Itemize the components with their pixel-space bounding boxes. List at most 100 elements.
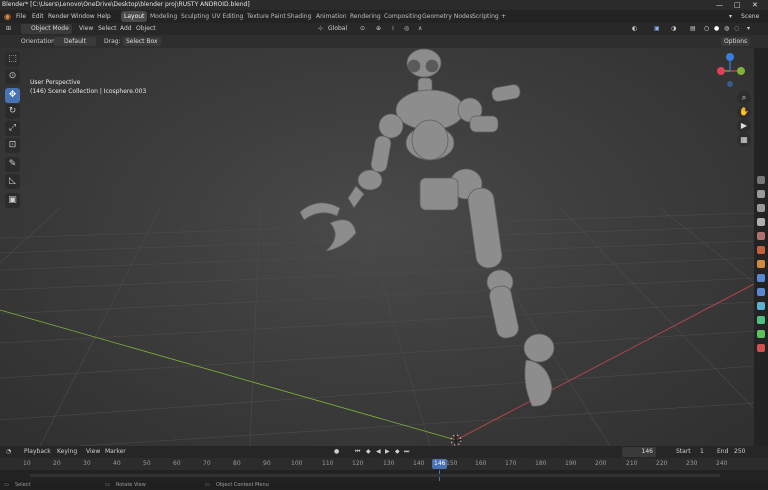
tab-layout[interactable]: Layout <box>121 11 148 22</box>
record-icon[interactable]: ● <box>334 446 339 458</box>
3d-viewport[interactable] <box>0 48 754 446</box>
menu-help[interactable]: Help <box>97 10 111 23</box>
select-tool-icon[interactable]: ⬚ <box>5 52 20 67</box>
overlay-icon[interactable]: ◑ <box>671 23 676 35</box>
tab-uv-editing[interactable]: UV Editing <box>209 11 246 22</box>
snap-target-icon[interactable]: ⁞ <box>392 23 394 35</box>
proportional-editing-icon[interactable]: ◎ <box>404 23 409 35</box>
add-workspace-button[interactable]: + <box>498 11 509 22</box>
editor-type-icon[interactable]: ⊞ <box>6 23 11 35</box>
wireframe-shading-icon[interactable]: ○ <box>704 23 709 35</box>
menu-keying[interactable]: Keying <box>57 446 77 458</box>
jump-start-icon[interactable]: ⏮ <box>355 446 360 458</box>
next-keyframe-icon[interactable]: ◆ <box>395 446 400 458</box>
menu-file[interactable]: File <box>16 10 26 23</box>
tab-modeling[interactable]: Modeling <box>147 11 180 22</box>
tab-rendering[interactable]: Rendering <box>347 11 384 22</box>
material-shading-icon[interactable]: ◍ <box>724 23 729 35</box>
solid-shading-icon[interactable]: ● <box>714 23 719 35</box>
shading-options-icon[interactable]: ▾ <box>747 23 750 35</box>
timeline-scrollbar[interactable] <box>30 474 720 477</box>
snap-icon[interactable]: ⊕ <box>376 23 381 35</box>
prev-keyframe-icon[interactable]: ◆ <box>366 446 371 458</box>
data-properties-icon[interactable] <box>757 330 765 338</box>
jump-end-icon[interactable]: ⏭ <box>404 446 409 458</box>
tab-scripting[interactable]: Scripting <box>469 11 502 22</box>
end-frame-field[interactable]: 250 <box>734 446 745 458</box>
pivot-icon[interactable]: ⊙ <box>360 23 365 35</box>
scene-name[interactable]: Scene <box>741 10 759 23</box>
zoom-icon[interactable]: ⌕ <box>737 91 751 105</box>
timeline-ruler[interactable]: 10 20 30 40 50 60 70 80 90 100 110 120 1… <box>0 458 768 470</box>
tab-sculpting[interactable]: Sculpting <box>178 11 212 22</box>
mode-dropdown[interactable]: Object Mode <box>21 24 72 34</box>
scene-icon[interactable]: ▾ <box>729 10 732 23</box>
xray-icon[interactable]: ▤ <box>690 23 696 35</box>
menu-window[interactable]: Window <box>71 10 95 23</box>
rendered-shading-icon[interactable]: ◌ <box>734 23 739 35</box>
menu-marker[interactable]: Marker <box>105 446 126 458</box>
rotate-tool-icon[interactable]: ↻ <box>5 104 20 119</box>
physics-properties-icon[interactable] <box>757 302 765 310</box>
view-layer-properties-icon[interactable] <box>757 218 765 226</box>
transform-orientation[interactable]: Global <box>328 23 347 35</box>
falloff-icon[interactable]: ∧ <box>418 23 422 35</box>
menu-edit[interactable]: Edit <box>32 10 44 23</box>
maximize-button[interactable]: □ <box>734 0 741 10</box>
orientation-icon[interactable]: ⊹ <box>318 23 323 35</box>
play-reverse-icon[interactable]: ◀ <box>376 446 381 458</box>
timeline-editor-icon[interactable]: ◔ <box>6 446 11 458</box>
measure-tool-icon[interactable]: ◺ <box>5 174 20 189</box>
menu-timeline-view[interactable]: View <box>86 446 100 458</box>
menu-select[interactable]: Select <box>98 23 117 35</box>
cursor-tool-icon[interactable]: ⊙ <box>5 69 20 84</box>
render-properties-icon[interactable] <box>757 190 765 198</box>
play-icon[interactable]: ▶ <box>385 446 390 458</box>
tool-properties-icon[interactable] <box>757 176 765 184</box>
camera-view-icon[interactable]: ▶ <box>737 119 751 133</box>
timeline-track[interactable] <box>0 470 768 481</box>
tab-geometry-nodes[interactable]: Geometry Nodes <box>419 11 476 22</box>
visibility-icon[interactable]: ◐ <box>632 23 637 35</box>
pan-hand-icon[interactable]: ✋ <box>737 105 751 119</box>
options-dropdown[interactable]: Options <box>721 37 751 46</box>
menu-object[interactable]: Object <box>136 23 156 35</box>
tab-shading[interactable]: Shading <box>284 11 314 22</box>
scene-properties-icon[interactable] <box>757 232 765 240</box>
modifier-properties-icon[interactable] <box>757 274 765 282</box>
particles-properties-icon[interactable] <box>757 288 765 296</box>
move-tool-icon[interactable]: ✥ <box>5 88 20 103</box>
annotate-tool-icon[interactable]: ✎ <box>5 157 20 172</box>
close-button[interactable]: ✕ <box>752 0 758 10</box>
orientation-dropdown[interactable]: Default <box>54 37 96 46</box>
menu-playback[interactable]: Playback <box>24 446 51 458</box>
gizmo-y-axis[interactable] <box>737 67 745 75</box>
ruler-tick: 100 <box>291 460 303 467</box>
current-frame-field[interactable]: 146 <box>622 447 656 457</box>
constraints-properties-icon[interactable] <box>757 316 765 324</box>
robot-model[interactable] <box>299 48 555 407</box>
drag-dropdown[interactable]: Select Box <box>123 37 161 46</box>
menu-add[interactable]: Add <box>120 23 132 35</box>
minimize-button[interactable]: — <box>716 0 723 10</box>
material-properties-icon[interactable] <box>757 344 765 352</box>
scale-tool-icon[interactable]: ⤢ <box>5 121 20 136</box>
world-properties-icon[interactable] <box>757 246 765 254</box>
gizmo-toggle-icon[interactable]: ▣ <box>654 23 660 35</box>
navigation-gizmo[interactable] <box>717 53 745 87</box>
tab-texture-paint[interactable]: Texture Paint <box>244 11 289 22</box>
tab-animation[interactable]: Animation <box>313 11 350 22</box>
menu-view[interactable]: View <box>79 23 93 35</box>
ortho-toggle-icon[interactable]: ▦ <box>737 133 751 147</box>
object-properties-icon[interactable] <box>757 260 765 268</box>
gizmo-x-axis[interactable] <box>717 67 725 75</box>
add-cube-tool-icon[interactable]: ▣ <box>5 193 20 208</box>
menu-render[interactable]: Render <box>48 10 69 23</box>
transform-tool-icon[interactable]: ⊡ <box>5 138 20 153</box>
gizmo-z-axis[interactable] <box>726 53 734 61</box>
mouse-middle-icon: ▭ <box>105 482 110 488</box>
start-frame-field[interactable]: 1 <box>700 446 704 458</box>
output-properties-icon[interactable] <box>757 204 765 212</box>
blender-logo-icon[interactable]: ◉ <box>4 10 11 23</box>
3d-cursor[interactable] <box>450 434 462 446</box>
